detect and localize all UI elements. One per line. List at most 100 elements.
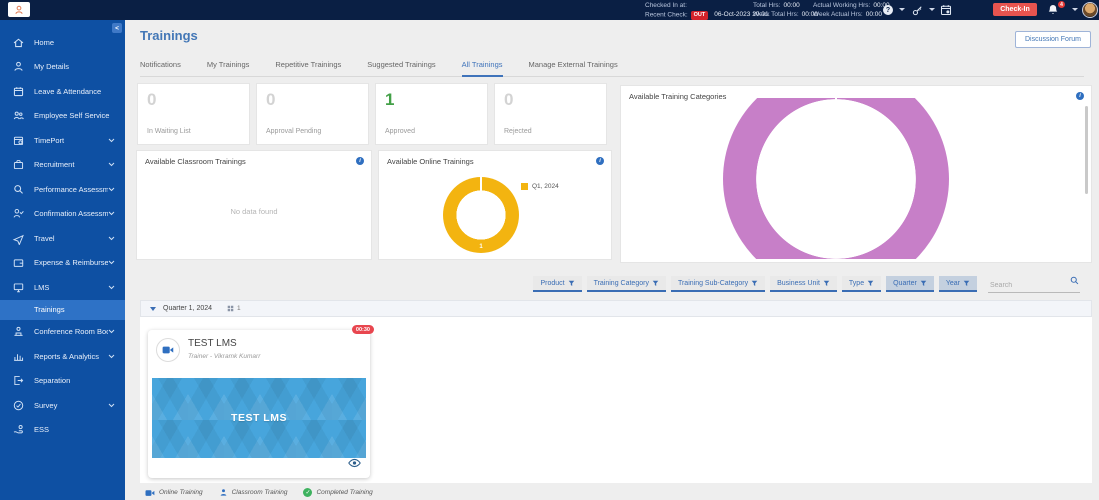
sidebar-item-lms[interactable]: LMS [0, 275, 125, 300]
sidebar-item-label: Expense & Reimbursement [34, 258, 108, 267]
trainings-list-area: 00:30 TEST LMS Trainer - Vikramk Kumarr … [140, 317, 1092, 483]
panel-classroom-trainings: Available Classroom Trainings i No data … [136, 150, 372, 260]
legend-classroom-training: Classroom Training [219, 488, 288, 497]
info-icon[interactable]: i [596, 157, 604, 165]
sidebar-item-expense-reimbursement[interactable]: Expense & Reimbursement [0, 251, 125, 276]
help-caret-icon[interactable] [899, 8, 905, 11]
filter-type[interactable]: Type [842, 276, 881, 292]
panel-training-categories: Available Training Categories i [620, 85, 1092, 263]
sidebar-item-performance-assessment[interactable]: Performance Assessment [0, 177, 125, 202]
funnel-icon [568, 280, 575, 287]
sidebar-item-home[interactable]: Home [0, 30, 125, 55]
stat-card-approved: 1 Approved [375, 83, 488, 145]
sidebar-item-label: Confirmation Assessment [34, 209, 108, 218]
tab-notifications[interactable]: Notifications [140, 56, 181, 76]
legend-label: Classroom Training [232, 489, 288, 496]
stat-card-approval-pending: 0 Approval Pending [256, 83, 369, 145]
help-icon: ? [883, 5, 893, 15]
check-circle-icon: ✓ [303, 488, 312, 497]
filter-training-sub-category[interactable]: Training Sub-Category [671, 276, 765, 292]
chevron-down-icon [108, 329, 115, 334]
user-avatar[interactable] [1082, 2, 1098, 18]
checkin-info-column: Checked In at: Recent Check:OUT06-Oct-20… [645, 2, 768, 20]
sidebar-item-label: Travel [34, 234, 108, 243]
filter-training-category[interactable]: Training Category [587, 276, 666, 292]
legend-swatch [521, 183, 528, 190]
quick-links-caret-icon[interactable] [929, 8, 935, 11]
online-donut-chart: 1 [443, 177, 519, 253]
training-title: TEST LMS [188, 338, 260, 349]
filter-year[interactable]: Year [939, 276, 977, 292]
profile-caret-icon[interactable] [1072, 8, 1078, 11]
stat-value: 0 [266, 90, 275, 110]
group-title: Quarter 1, 2024 [163, 305, 212, 312]
sidebar-collapse-button[interactable]: < [112, 23, 122, 33]
chevron-down-icon [108, 403, 115, 408]
sidebar-item-timeport[interactable]: TimePort [0, 128, 125, 153]
stat-label: Rejected [504, 128, 532, 135]
group-header-quarter[interactable]: Quarter 1, 2024 1 [140, 300, 1092, 317]
sidebar-item-separation[interactable]: Separation [0, 369, 125, 394]
discussion-forum-button[interactable]: Discussion Forum [1015, 31, 1091, 48]
sidebar-item-survey[interactable]: Survey [0, 393, 125, 418]
tab-all-trainings[interactable]: All Trainings [462, 56, 503, 77]
training-type-legend: Online Training Classroom Training ✓ Com… [145, 488, 373, 497]
sidebar-item-confirmation-assessment[interactable]: Confirmation Assessment [0, 202, 125, 227]
sidebar-item-label: Recruitment [34, 160, 108, 169]
page-title: Trainings [140, 28, 198, 43]
sidebar-item-label: ESS [34, 425, 115, 434]
topbar: Checked In at: Recent Check:OUT06-Oct-20… [0, 0, 1099, 20]
company-logo[interactable] [8, 2, 30, 17]
view-training-button[interactable] [348, 455, 361, 473]
filter-label: Business Unit [777, 280, 820, 287]
help-button[interactable]: ? [882, 4, 894, 16]
magnifier-icon [12, 183, 25, 196]
sidebar-item-employee-self-service[interactable]: Employee Self Service [0, 104, 125, 129]
sidebar-item-leave-attendance[interactable]: Leave & Attendance [0, 79, 125, 104]
sidebar-nav: < Home My Details Leave & Attendance Emp… [0, 20, 125, 500]
tab-manage-external-trainings[interactable]: Manage External Trainings [529, 56, 618, 76]
info-icon[interactable]: i [356, 157, 364, 165]
person-desk-icon [12, 325, 25, 338]
search-input[interactable] [988, 279, 1080, 293]
calendar-icon [12, 85, 25, 98]
sidebar-item-reports-analytics[interactable]: Reports & Analytics [0, 344, 125, 369]
sidebar-item-conference-room-booking[interactable]: Conference Room Booking [0, 320, 125, 345]
check-in-button[interactable]: Check-In [993, 3, 1037, 16]
attendance-settings-button[interactable] [940, 4, 952, 16]
sidebar-item-label: Survey [34, 401, 108, 410]
panel-title: Available Classroom Trainings [145, 157, 246, 166]
tab-my-trainings[interactable]: My Trainings [207, 56, 250, 76]
panel-online-trainings: Available Online Trainings i 1 Q1, 2024 [378, 150, 612, 260]
recent-check-label: Recent Check: [645, 11, 688, 18]
training-card[interactable]: 00:30 TEST LMS Trainer - Vikramk Kumarr … [148, 330, 370, 478]
sidebar-item-ess[interactable]: ESS [0, 418, 125, 443]
tab-repetitive-trainings[interactable]: Repetitive Trainings [275, 56, 341, 76]
sidebar-item-recruitment[interactable]: Recruitment [0, 153, 125, 178]
panel-scrollbar[interactable] [1085, 106, 1088, 194]
filter-business-unit[interactable]: Business Unit [770, 276, 837, 292]
categories-donut-chart [621, 98, 1073, 259]
quick-links-button[interactable] [911, 4, 923, 16]
filter-product[interactable]: Product [533, 276, 581, 292]
legend-label: Online Training [159, 489, 203, 496]
filter-label: Type [849, 280, 864, 287]
sidebar-item-travel[interactable]: Travel [0, 226, 125, 251]
filter-quarter[interactable]: Quarter [886, 276, 934, 292]
filter-label: Training Sub-Category [678, 280, 748, 287]
sidebar-item-my-details[interactable]: My Details [0, 55, 125, 80]
chevron-down-icon [108, 211, 115, 216]
tab-suggested-trainings[interactable]: Suggested Trainings [367, 56, 435, 76]
tab-bar: Notifications My Trainings Repetitive Tr… [140, 56, 1084, 77]
search-icon[interactable] [1070, 276, 1079, 285]
notifications-button[interactable]: 4 [1047, 3, 1061, 17]
hand-person-icon [12, 423, 25, 436]
sidebar-subitem-trainings-active[interactable]: Trainings [0, 300, 125, 320]
online-training-type-icon-wrap [156, 338, 180, 362]
video-camera-icon [162, 345, 174, 355]
training-thumbnail: TEST LMS [152, 378, 366, 458]
check-circle-icon [12, 399, 25, 412]
bar-chart-icon [12, 350, 25, 363]
legend-completed-training: ✓ Completed Training [303, 488, 372, 497]
info-icon[interactable]: i [1076, 92, 1084, 100]
